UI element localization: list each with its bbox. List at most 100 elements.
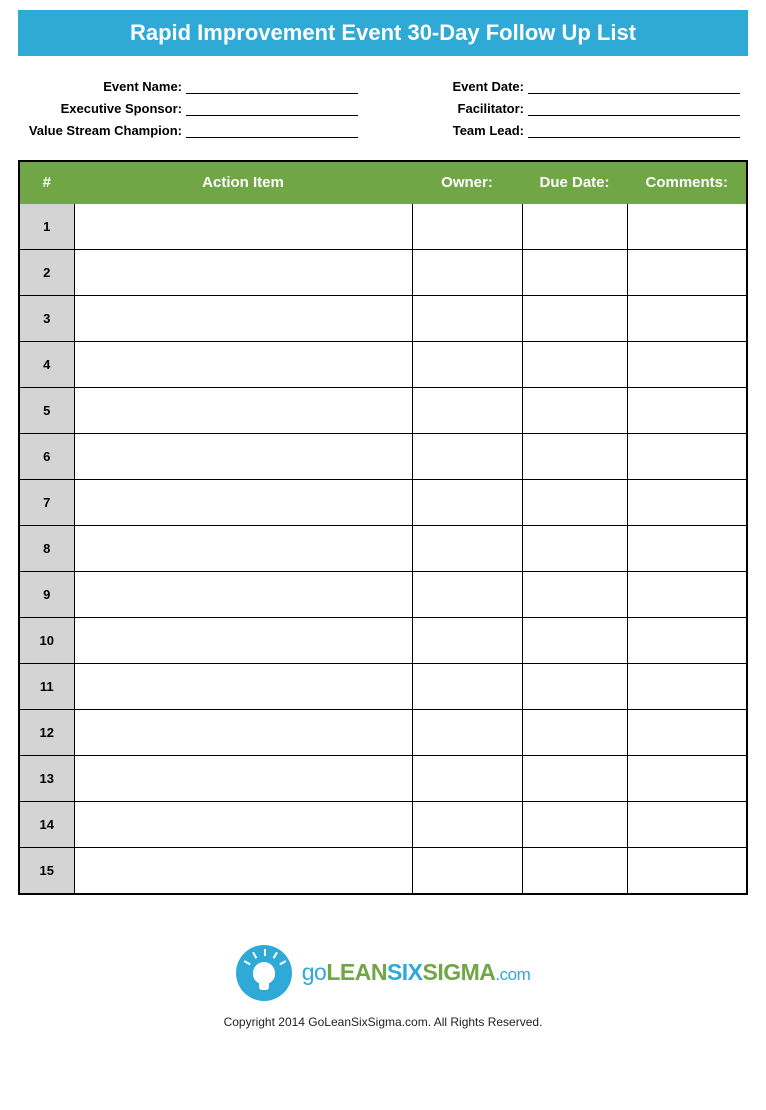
table-row: 14 [19, 802, 747, 848]
header-comments: Comments: [627, 161, 747, 204]
cell-comments[interactable] [627, 204, 747, 250]
cell-due[interactable] [522, 618, 627, 664]
cell-due[interactable] [522, 204, 627, 250]
cell-owner[interactable] [412, 618, 522, 664]
cell-comments[interactable] [627, 480, 747, 526]
cell-action[interactable] [74, 756, 412, 802]
header-due: Due Date: [522, 161, 627, 204]
row-number: 12 [19, 710, 74, 756]
cell-owner[interactable] [412, 250, 522, 296]
cell-action[interactable] [74, 250, 412, 296]
cell-action[interactable] [74, 296, 412, 342]
cell-action[interactable] [74, 710, 412, 756]
footer: goLEANSIXSIGMA.com Copyright 2014 GoLean… [18, 945, 748, 1029]
cell-owner[interactable] [412, 342, 522, 388]
cell-owner[interactable] [412, 526, 522, 572]
cell-owner[interactable] [412, 802, 522, 848]
cell-due[interactable] [522, 848, 627, 894]
cell-action[interactable] [74, 342, 412, 388]
cell-comments[interactable] [627, 526, 747, 572]
cell-owner[interactable] [412, 434, 522, 480]
meta-blank-line[interactable] [186, 122, 358, 138]
cell-due[interactable] [522, 710, 627, 756]
row-number: 5 [19, 388, 74, 434]
table-row: 5 [19, 388, 747, 434]
meta-blank-line[interactable] [528, 100, 740, 116]
table-row: 4 [19, 342, 747, 388]
cell-comments[interactable] [627, 802, 747, 848]
cell-comments[interactable] [627, 296, 747, 342]
meta-facilitator: Facilitator: [408, 100, 740, 116]
row-number: 9 [19, 572, 74, 618]
meta-executive-sponsor: Executive Sponsor: [26, 100, 358, 116]
cell-due[interactable] [522, 480, 627, 526]
table-row: 15 [19, 848, 747, 894]
table-row: 13 [19, 756, 747, 802]
cell-action[interactable] [74, 618, 412, 664]
cell-comments[interactable] [627, 756, 747, 802]
logo-text: goLEANSIXSIGMA.com [302, 959, 531, 986]
cell-comments[interactable] [627, 342, 747, 388]
table-row: 8 [19, 526, 747, 572]
table-row: 6 [19, 434, 747, 480]
cell-comments[interactable] [627, 664, 747, 710]
cell-comments[interactable] [627, 388, 747, 434]
cell-action[interactable] [74, 434, 412, 480]
cell-comments[interactable] [627, 710, 747, 756]
cell-owner[interactable] [412, 572, 522, 618]
cell-owner[interactable] [412, 664, 522, 710]
logo-com: .com [495, 965, 530, 984]
cell-due[interactable] [522, 342, 627, 388]
meta-blank-line[interactable] [186, 78, 358, 94]
meta-blank-line[interactable] [528, 78, 740, 94]
row-number: 7 [19, 480, 74, 526]
cell-action[interactable] [74, 572, 412, 618]
cell-owner[interactable] [412, 204, 522, 250]
cell-action[interactable] [74, 526, 412, 572]
page-title: Rapid Improvement Event 30-Day Follow Up… [18, 10, 748, 56]
cell-due[interactable] [522, 664, 627, 710]
cell-due[interactable] [522, 802, 627, 848]
cell-action[interactable] [74, 802, 412, 848]
followup-table: # Action Item Owner: Due Date: Comments:… [18, 160, 748, 895]
table-header-row: # Action Item Owner: Due Date: Comments: [19, 161, 747, 204]
logo-go: go [302, 959, 327, 985]
cell-due[interactable] [522, 388, 627, 434]
cell-action[interactable] [74, 388, 412, 434]
logo-six: SIX [387, 959, 423, 985]
cell-comments[interactable] [627, 618, 747, 664]
cell-owner[interactable] [412, 296, 522, 342]
meta-blank-line[interactable] [528, 122, 740, 138]
meta-label: Event Name: [26, 79, 186, 94]
table-row: 7 [19, 480, 747, 526]
cell-owner[interactable] [412, 480, 522, 526]
cell-action[interactable] [74, 480, 412, 526]
meta-event-date: Event Date: [408, 78, 740, 94]
header-action: Action Item [74, 161, 412, 204]
row-number: 1 [19, 204, 74, 250]
cell-due[interactable] [522, 756, 627, 802]
cell-comments[interactable] [627, 434, 747, 480]
row-number: 6 [19, 434, 74, 480]
cell-comments[interactable] [627, 572, 747, 618]
cell-due[interactable] [522, 250, 627, 296]
row-number: 2 [19, 250, 74, 296]
header-owner: Owner: [412, 161, 522, 204]
logo: goLEANSIXSIGMA.com [236, 945, 531, 1001]
cell-comments[interactable] [627, 250, 747, 296]
cell-comments[interactable] [627, 848, 747, 894]
cell-due[interactable] [522, 572, 627, 618]
cell-owner[interactable] [412, 756, 522, 802]
cell-owner[interactable] [412, 710, 522, 756]
cell-action[interactable] [74, 848, 412, 894]
cell-action[interactable] [74, 664, 412, 710]
cell-due[interactable] [522, 526, 627, 572]
cell-action[interactable] [74, 204, 412, 250]
cell-due[interactable] [522, 296, 627, 342]
table-row: 11 [19, 664, 747, 710]
row-number: 14 [19, 802, 74, 848]
cell-owner[interactable] [412, 848, 522, 894]
meta-blank-line[interactable] [186, 100, 358, 116]
cell-due[interactable] [522, 434, 627, 480]
cell-owner[interactable] [412, 388, 522, 434]
